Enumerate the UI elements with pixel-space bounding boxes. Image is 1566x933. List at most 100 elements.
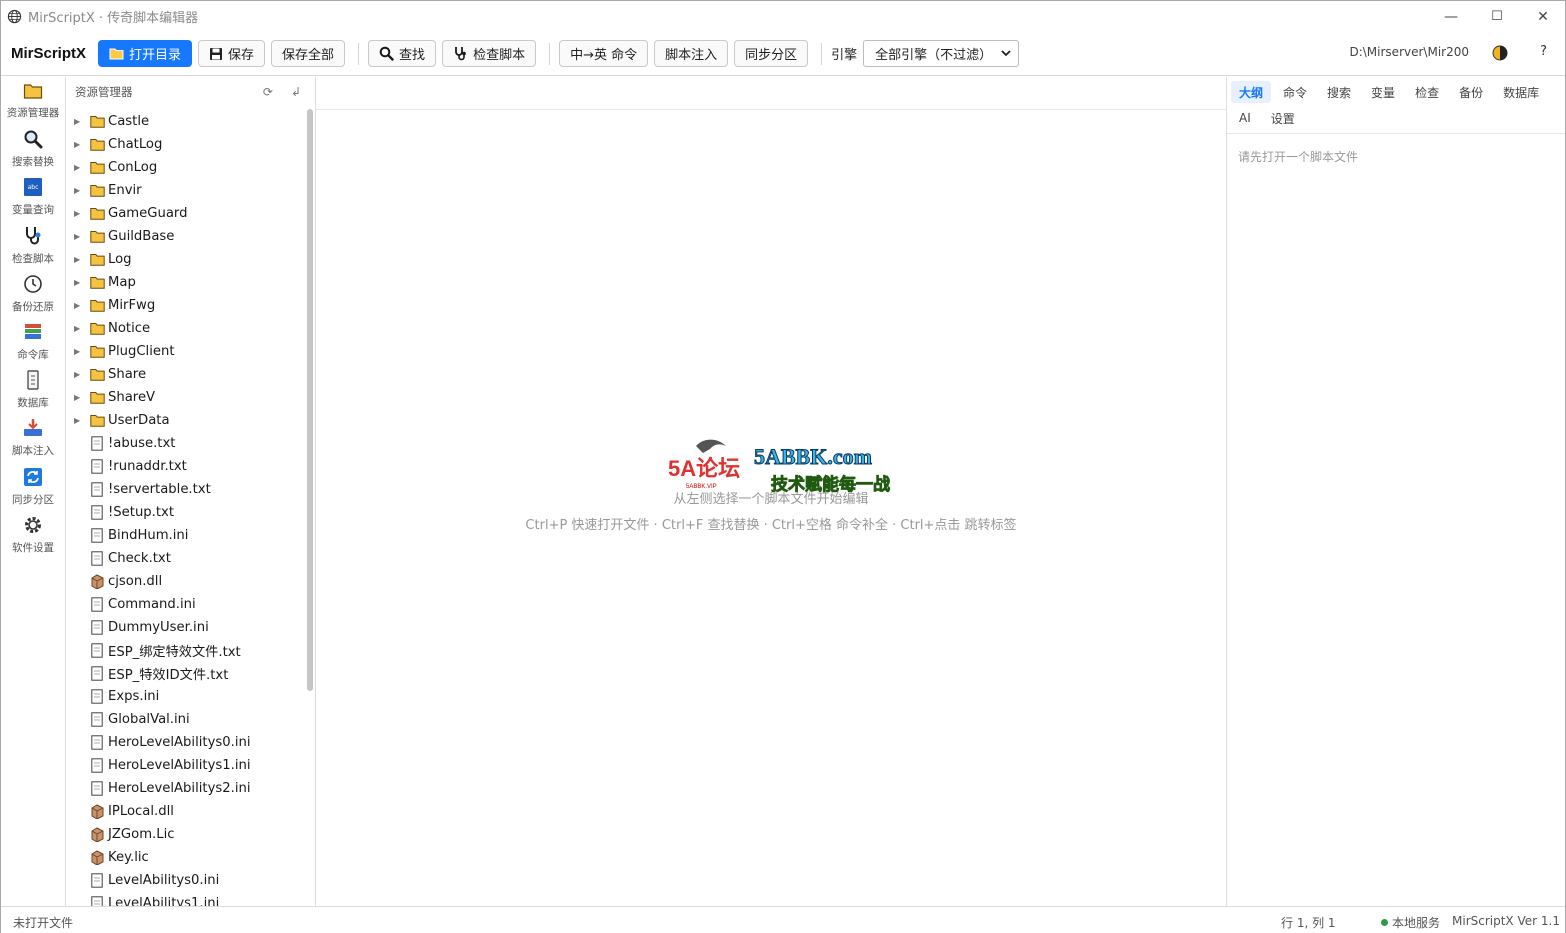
- file-row[interactable]: ESP_特效ID文件.txt: [66, 662, 306, 685]
- folder-row[interactable]: ▶ Map: [66, 271, 306, 294]
- status-cursor-position[interactable]: 行 1, 列 1: [1281, 914, 1336, 931]
- tree-item-name: HeroLevelAbilitys2.ini: [108, 781, 251, 796]
- find-button[interactable]: 查找: [368, 40, 437, 67]
- file-row[interactable]: LevelAbilitys0.ini: [66, 869, 306, 892]
- script-inject-button[interactable]: 脚本注入: [654, 40, 729, 67]
- activity-item[interactable]: 命令库: [1, 318, 65, 366]
- expand-arrow-icon[interactable]: ▶: [74, 347, 85, 356]
- activity-item[interactable]: 同步分区: [1, 463, 65, 511]
- expand-arrow-icon[interactable]: ▶: [74, 255, 85, 264]
- folder-row[interactable]: ▶ ConLog: [66, 156, 306, 179]
- right-tab[interactable]: 数据库: [1495, 81, 1547, 103]
- activity-item[interactable]: 资源管理器: [1, 77, 65, 125]
- activity-item[interactable]: 脚本注入: [1, 414, 65, 462]
- right-tab[interactable]: 设置: [1263, 107, 1303, 129]
- activity-item[interactable]: 检查脚本: [1, 222, 65, 270]
- file-row[interactable]: Key.lic: [66, 846, 306, 869]
- books-icon: [23, 322, 43, 347]
- file-row[interactable]: DummyUser.ini: [66, 616, 306, 639]
- folder-row[interactable]: ▶ ShareV: [66, 386, 306, 409]
- save-button[interactable]: 保存: [198, 40, 266, 67]
- cn-en-command-button[interactable]: 中→英 命令: [559, 40, 649, 67]
- expand-arrow-icon[interactable]: ▶: [74, 209, 85, 218]
- activity-item[interactable]: 数据库: [1, 366, 65, 414]
- activity-item[interactable]: 备份还原: [1, 270, 65, 318]
- right-tab[interactable]: 大纲: [1231, 81, 1272, 103]
- file-row[interactable]: cjson.dll: [66, 570, 306, 593]
- file-row[interactable]: BindHum.ini: [66, 524, 306, 547]
- tree-item-name: ConLog: [108, 160, 158, 175]
- file-row[interactable]: GlobalVal.ini: [66, 708, 306, 731]
- save-all-button[interactable]: 保存全部: [271, 40, 346, 67]
- expand-arrow-icon[interactable]: ▶: [74, 301, 85, 310]
- folder-row[interactable]: ▶ Notice: [66, 317, 306, 340]
- expand-arrow-icon[interactable]: ▶: [74, 370, 85, 379]
- folder-row[interactable]: ▶ Log: [66, 248, 306, 271]
- expand-arrow-icon[interactable]: ▶: [74, 186, 85, 195]
- file-row[interactable]: HeroLevelAbilitys0.ini: [66, 731, 306, 754]
- right-tab[interactable]: 检查: [1407, 81, 1447, 103]
- explorer-scrollbar[interactable]: [307, 109, 313, 691]
- folder-row[interactable]: ▶ UserData: [66, 409, 306, 432]
- right-tab[interactable]: 搜索: [1319, 81, 1359, 103]
- file-row[interactable]: !runaddr.txt: [66, 455, 306, 478]
- file-row[interactable]: HeroLevelAbilitys2.ini: [66, 777, 306, 800]
- expand-arrow-icon[interactable]: ▶: [74, 393, 85, 402]
- editor-area[interactable]: 5A论坛 5ABBK.VIP 5ABBK.com 技术赋能每一战 从左侧选择一个…: [316, 77, 1226, 906]
- text-file-icon: [89, 666, 105, 682]
- right-tab[interactable]: 命令: [1275, 81, 1315, 103]
- collapse-all-icon[interactable]: ↲: [291, 85, 301, 99]
- folder-row[interactable]: ▶ GameGuard: [66, 202, 306, 225]
- tree-item-name: Key.lic: [108, 850, 149, 865]
- file-row[interactable]: IPLocal.dll: [66, 800, 306, 823]
- folder-row[interactable]: ▶ MirFwg: [66, 294, 306, 317]
- check-script-button[interactable]: 检查脚本: [442, 40, 537, 67]
- expand-arrow-icon[interactable]: ▶: [74, 163, 85, 172]
- engine-select[interactable]: 全部引擎（不过滤）: [863, 40, 1020, 67]
- find-label: 查找: [399, 48, 426, 63]
- expand-arrow-icon[interactable]: ▶: [74, 324, 85, 333]
- file-row[interactable]: Exps.ini: [66, 685, 306, 708]
- folder-row[interactable]: ▶ ChatLog: [66, 133, 306, 156]
- folder-row[interactable]: ▶ Share: [66, 363, 306, 386]
- expand-arrow-icon[interactable]: ▶: [74, 278, 85, 287]
- database-icon: [23, 370, 43, 395]
- file-row[interactable]: HeroLevelAbilitys1.ini: [66, 754, 306, 777]
- folder-row[interactable]: ▶ Castle: [66, 110, 306, 133]
- file-row[interactable]: !Setup.txt: [66, 501, 306, 524]
- close-button[interactable]: ✕: [1520, 1, 1566, 32]
- sync-zone-button[interactable]: 同步分区: [734, 40, 809, 67]
- activity-item[interactable]: 软件设置: [1, 511, 65, 559]
- expand-arrow-icon[interactable]: ▶: [74, 117, 85, 126]
- file-row[interactable]: ESP_绑定特效文件.txt: [66, 639, 306, 662]
- expand-arrow-icon[interactable]: ▶: [74, 232, 85, 241]
- theme-toggle-icon[interactable]: [1491, 44, 1509, 62]
- minimize-button[interactable]: —: [1428, 1, 1474, 32]
- file-row[interactable]: JZGom.Lic: [66, 823, 306, 846]
- text-file-icon: [89, 781, 105, 797]
- help-button[interactable]: ?: [1540, 44, 1547, 59]
- file-row[interactable]: Command.ini: [66, 593, 306, 616]
- file-row[interactable]: LevelAbilitys1.ini: [66, 892, 306, 906]
- right-tab[interactable]: 备份: [1451, 81, 1491, 103]
- right-tab[interactable]: 变量: [1363, 81, 1403, 103]
- refresh-icon[interactable]: ⟳: [263, 85, 273, 99]
- folder-row[interactable]: ▶ GuildBase: [66, 225, 306, 248]
- tree-item-name: GameGuard: [108, 206, 188, 221]
- activity-item[interactable]: 搜索替换: [1, 125, 65, 173]
- file-row[interactable]: Check.txt: [66, 547, 306, 570]
- activity-item[interactable]: abc 变量查询: [1, 173, 65, 221]
- file-row[interactable]: !servertable.txt: [66, 478, 306, 501]
- text-file-icon: [89, 758, 105, 774]
- expand-arrow-icon[interactable]: ▶: [74, 416, 85, 425]
- maximize-button[interactable]: ☐: [1474, 1, 1520, 32]
- open-directory-button[interactable]: 打开目录: [98, 40, 193, 67]
- text-file-icon: [89, 643, 105, 659]
- folder-row[interactable]: ▶ PlugClient: [66, 340, 306, 363]
- folder-row[interactable]: ▶ Envir: [66, 179, 306, 202]
- activity-label: 变量查询: [12, 204, 54, 217]
- file-row[interactable]: !abuse.txt: [66, 432, 306, 455]
- tree-item-name: Command.ini: [108, 597, 196, 612]
- right-tab[interactable]: AI: [1231, 107, 1259, 129]
- expand-arrow-icon[interactable]: ▶: [74, 140, 85, 149]
